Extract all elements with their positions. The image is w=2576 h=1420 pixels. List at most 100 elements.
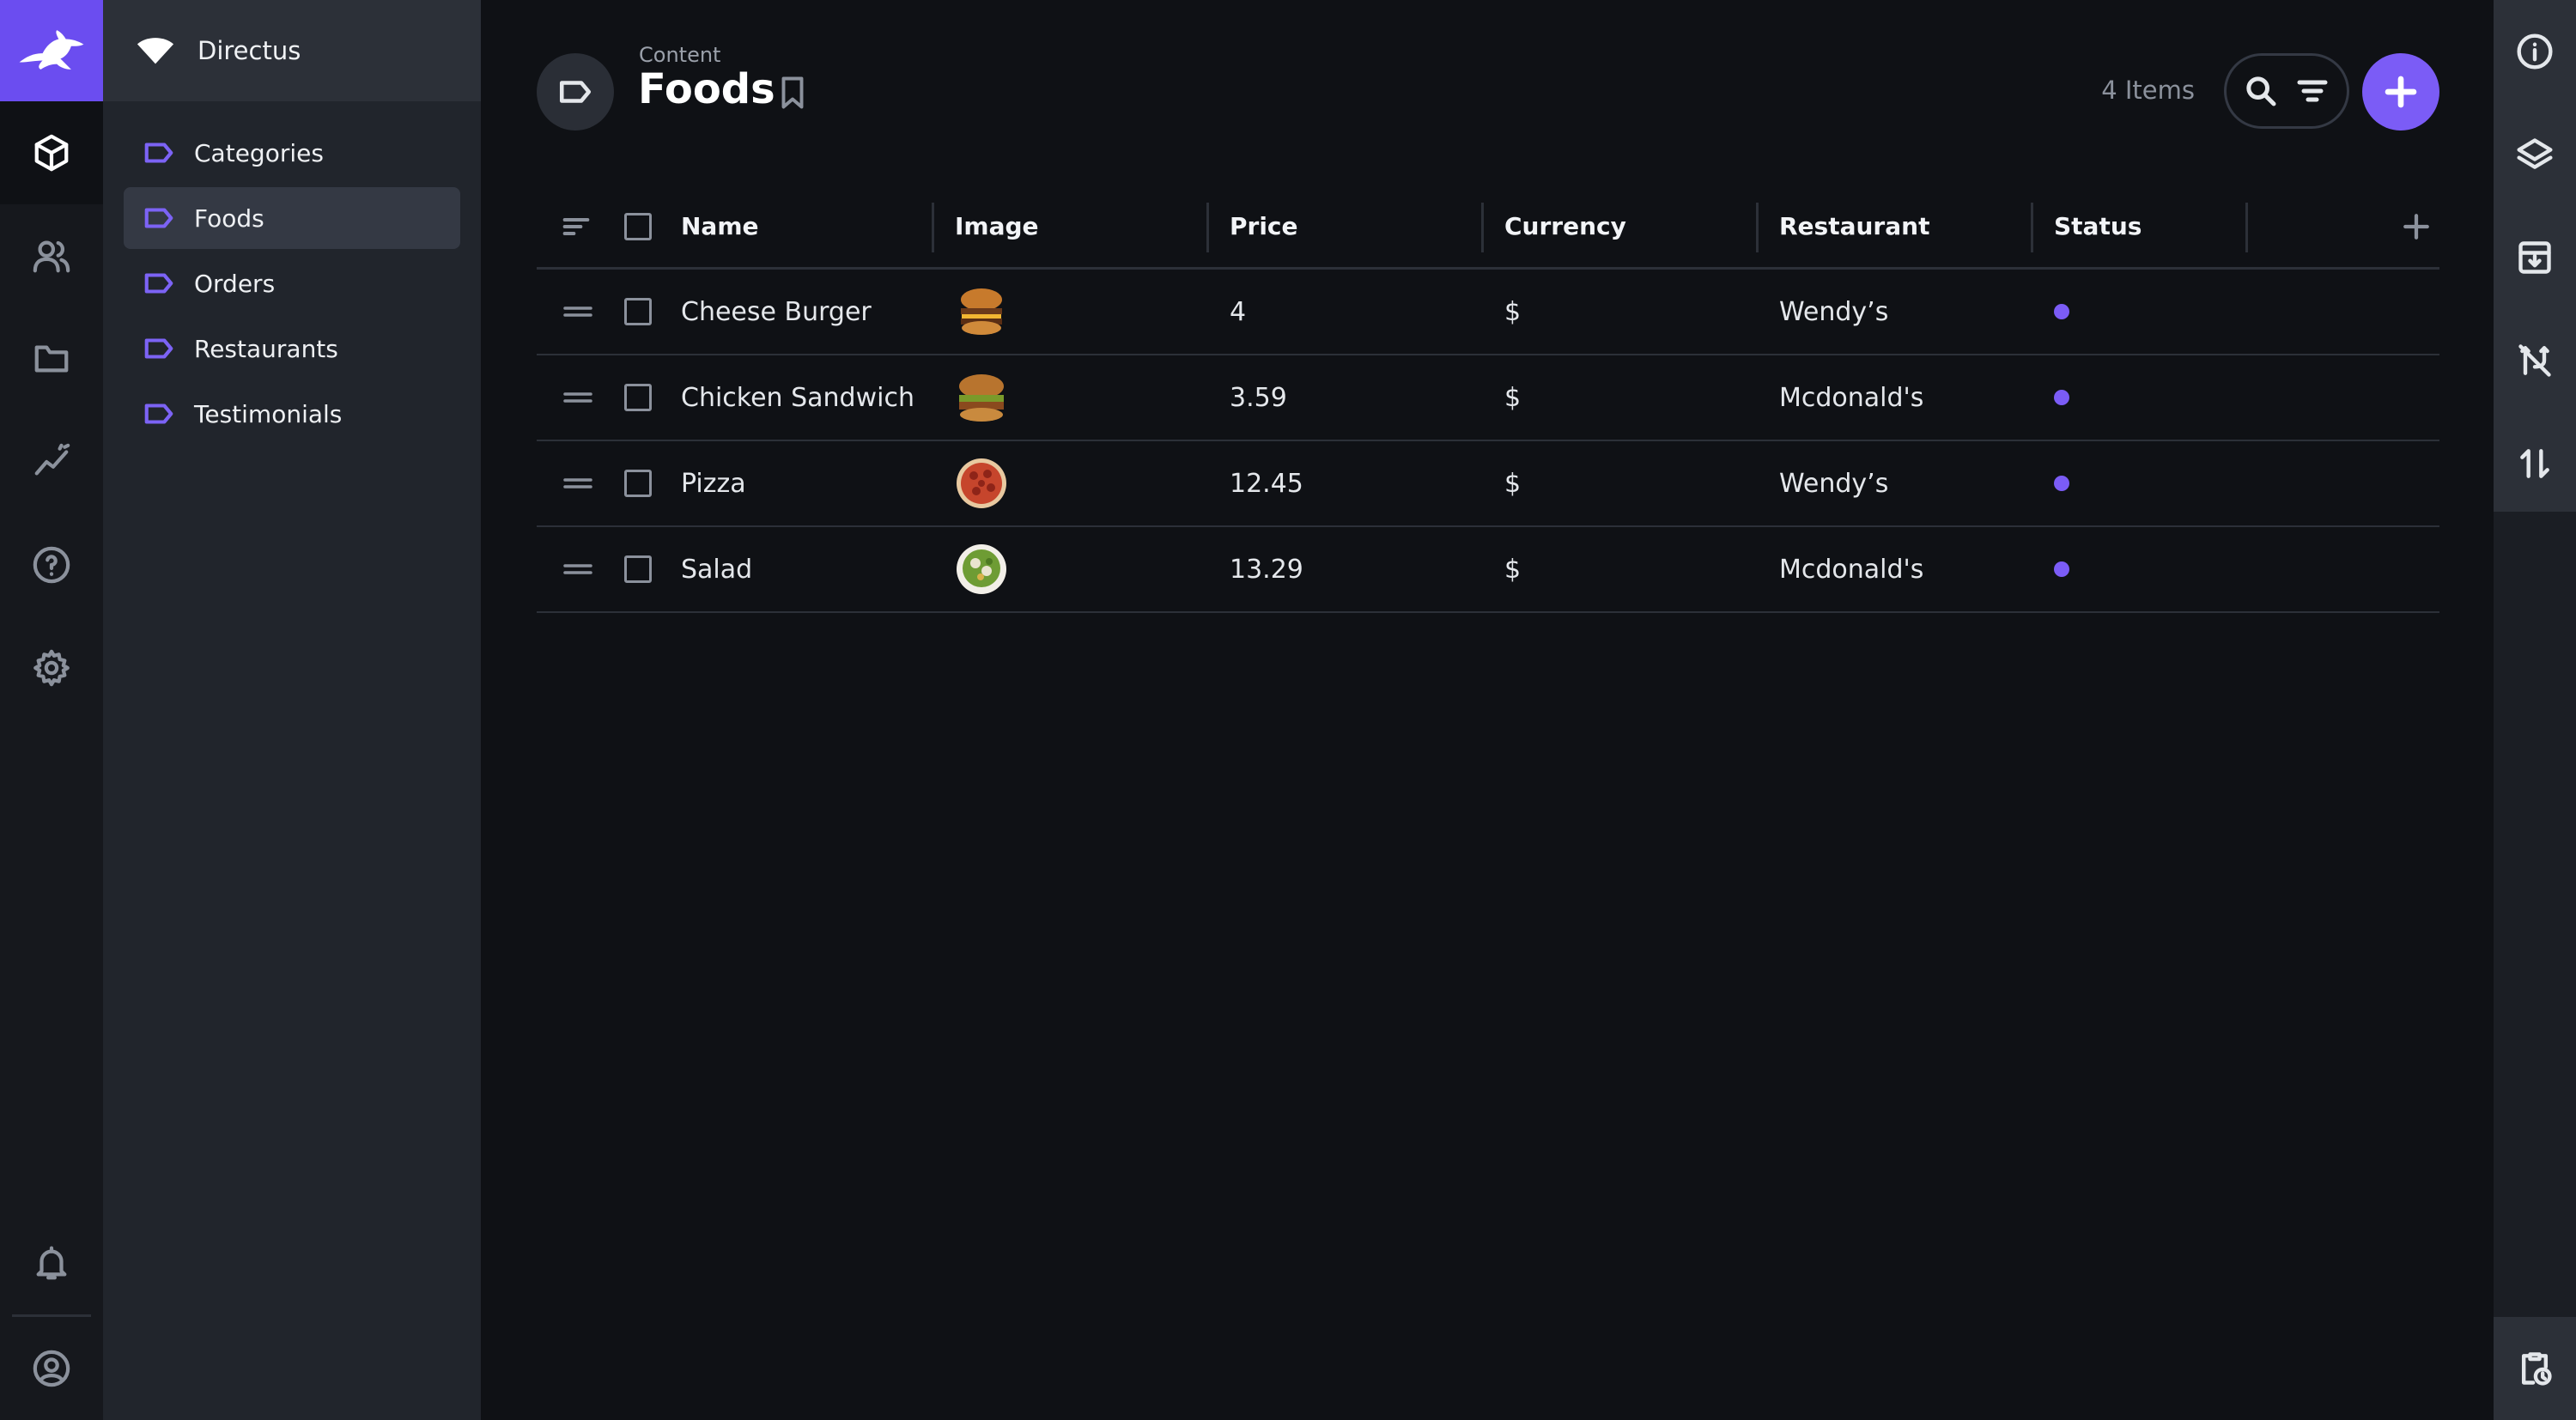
column-header-price[interactable]: Price [1230,185,1298,267]
column-resize-handle[interactable] [932,203,934,252]
collection-tag-icon [559,81,592,103]
sidebar-layout-button[interactable] [2494,103,2576,206]
cell-restaurant: Wendy’s [1779,468,1889,499]
cell-name: Pizza [681,468,746,499]
manual-sort-button[interactable] [562,185,590,267]
sidebar-archive-button[interactable] [2494,206,2576,309]
column-header-status[interactable]: Status [2054,185,2142,267]
cell-restaurant: Mcdonald's [1779,554,1924,585]
column-header-restaurant[interactable]: Restaurant [1779,185,1929,267]
checkbox[interactable] [624,384,652,411]
sidebar-flows-button[interactable] [2494,1317,2576,1420]
drag-handle[interactable] [562,441,593,525]
row-checkbox[interactable] [624,441,652,525]
sidebar-info-button[interactable] [2494,0,2576,103]
drag-handle[interactable] [562,270,593,354]
nav-item-testimonials[interactable]: Testimonials [124,383,460,445]
help-module[interactable] [0,513,103,616]
cell-image [955,270,1008,354]
settings-module[interactable] [0,616,103,719]
cell-image [955,441,1008,525]
project-logo-icon [137,38,174,64]
nav-item-categories[interactable]: Categories [124,122,460,184]
project-switcher[interactable]: Directus [103,0,481,101]
search-filter-bar[interactable] [2224,53,2349,129]
no-branch-icon [2518,344,2551,377]
nav-item-label: Testimonials [194,399,343,428]
checkbox[interactable] [624,470,652,497]
nav-item-orders[interactable]: Orders [124,252,460,314]
row-checkbox[interactable] [624,527,652,611]
nav-item-label: Orders [194,269,276,298]
checkbox[interactable] [624,555,652,583]
insights-module[interactable] [0,410,103,513]
salad-thumbnail [957,544,1006,594]
column-resize-handle[interactable] [1481,203,1484,252]
cell-restaurant: Wendy’s [1779,296,1889,327]
create-item-button[interactable] [2362,53,2439,130]
notifications-icon [36,1246,67,1280]
cell-price: 4 [1230,296,1247,327]
nav-item-foods[interactable]: Foods [124,187,460,249]
collection-tag-icon [144,143,173,163]
pizza-thumbnail [957,458,1006,508]
status-dot [2054,304,2069,319]
cell-currency: $ [1504,382,1522,413]
content-icon [34,134,69,172]
cell-status [2054,355,2069,440]
notifications-button[interactable] [0,1211,103,1314]
cell-price: 13.29 [1230,554,1303,585]
collection-tag-icon [144,273,173,294]
directus-logo[interactable] [0,0,103,101]
module-bar [0,0,103,1420]
checkbox[interactable] [624,212,652,240]
sandwich-thumbnail [959,374,1004,422]
layers-icon [2517,138,2553,169]
checkbox[interactable] [624,298,652,325]
column-resize-handle[interactable] [1206,203,1209,252]
filter-icon[interactable] [2295,74,2330,108]
page-title: Foods [638,65,775,113]
nav-item-label: Restaurants [194,334,338,363]
column-header-name[interactable]: Name [681,185,759,267]
sidebar-versions-button[interactable] [2494,309,2576,412]
users-icon [33,240,70,273]
search-icon[interactable] [2244,74,2278,108]
column-resize-handle[interactable] [1756,203,1759,252]
drag-handle[interactable] [562,355,593,440]
cell-restaurant: Mcdonald's [1779,382,1924,413]
column-resize-handle[interactable] [2245,203,2248,252]
table-row[interactable]: Chicken Sandwich 3.59 $ Mcdonald's [537,355,2439,441]
cell-image [955,355,1008,440]
table-row[interactable]: Cheese Burger 4 $ Wendy’s [537,270,2439,355]
cell-name: Cheese Burger [681,296,872,327]
bookmark-button[interactable] [777,76,808,110]
account-button[interactable] [0,1317,103,1420]
flows-clipboard-icon [2521,1352,2552,1386]
files-icon [34,345,69,373]
breadcrumb[interactable]: Content [639,43,720,67]
nav-item-label: Categories [194,138,324,167]
drag-handle-icon [563,392,592,403]
collection-tag-icon [144,208,173,228]
plus-icon [2403,213,2429,240]
sidebar-import-export-button[interactable] [2494,412,2576,515]
column-header-image[interactable]: Image [955,185,1039,267]
drag-handle-icon [563,306,592,317]
column-resize-handle[interactable] [2031,203,2033,252]
add-column-button[interactable] [2402,185,2431,267]
content-module[interactable] [0,101,103,204]
table-row[interactable]: Salad 13.29 $ Mcdonald's [537,527,2439,613]
nav-item-restaurants[interactable]: Restaurants [124,318,460,379]
cell-name: Chicken Sandwich [681,382,914,413]
files-module[interactable] [0,307,103,410]
users-module[interactable] [0,204,103,307]
row-checkbox[interactable] [624,270,652,354]
select-all-checkbox[interactable] [624,185,652,267]
cell-currency: $ [1504,296,1522,327]
row-checkbox[interactable] [624,355,652,440]
table-row[interactable]: Pizza 12.45 $ Wendy’s [537,441,2439,527]
drag-handle[interactable] [562,527,593,611]
column-header-currency[interactable]: Currency [1504,185,1626,267]
navigation-panel: Directus Categories Foods Orders Restaur… [103,0,481,1420]
